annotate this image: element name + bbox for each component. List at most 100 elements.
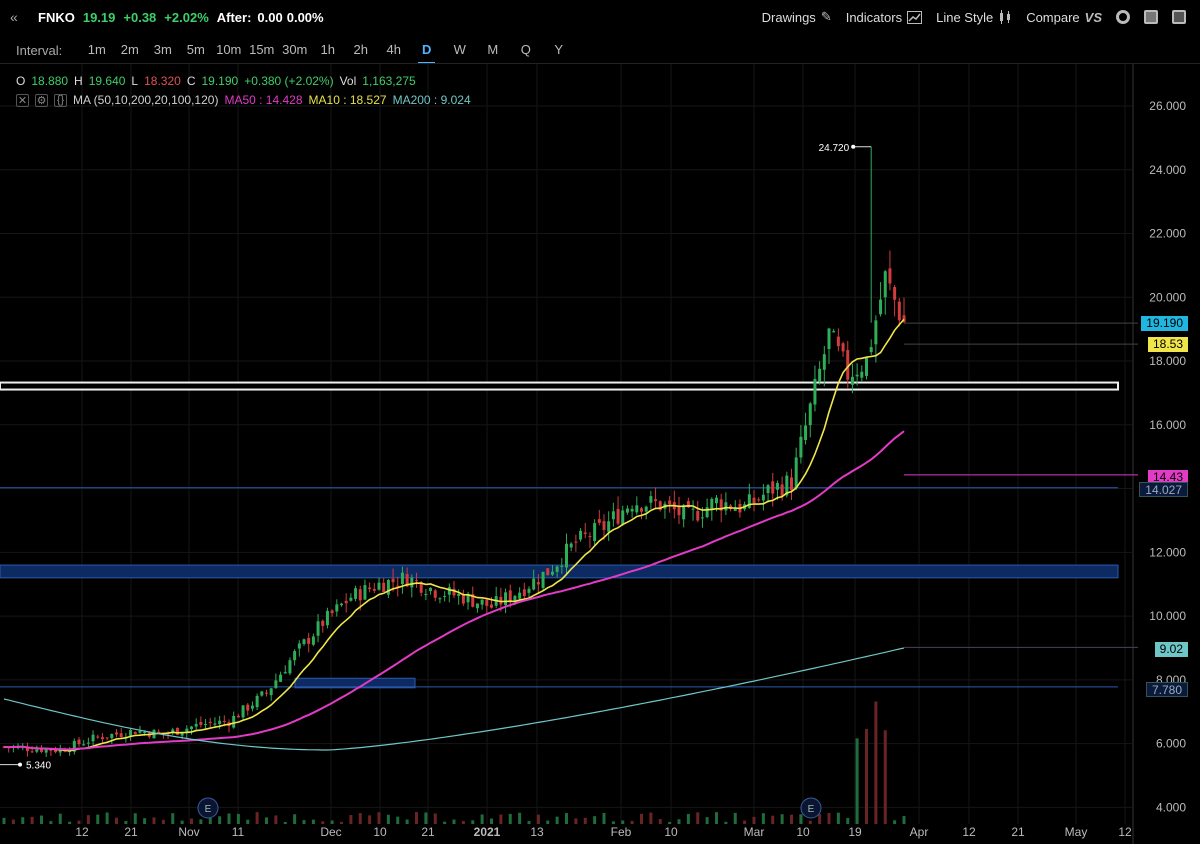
indicators-button[interactable]: Indicators xyxy=(846,10,923,25)
interval-1h[interactable]: 1h xyxy=(311,38,344,62)
x-tick-label: 21 xyxy=(124,825,138,839)
support-zone xyxy=(0,564,1119,579)
candle-body xyxy=(607,521,611,532)
hline-tag-2: 7.780 xyxy=(1145,682,1188,697)
candle-body xyxy=(705,507,709,518)
volume-bar xyxy=(340,821,343,824)
volume-bar xyxy=(265,817,268,824)
compare-button[interactable]: Compare VS xyxy=(1026,10,1102,25)
volume-bar xyxy=(30,816,34,824)
interval-d[interactable]: D xyxy=(410,38,443,64)
candle-body xyxy=(115,732,118,735)
volume-bar xyxy=(471,820,475,824)
interval-y[interactable]: Y xyxy=(542,38,575,62)
volume-bar xyxy=(574,818,578,824)
drawings-button[interactable]: Drawings ✎ xyxy=(762,9,832,25)
multi-layout-icon[interactable] xyxy=(1172,10,1186,24)
volume-bar xyxy=(790,814,793,824)
candle-body xyxy=(799,436,803,458)
candle-body xyxy=(377,582,381,590)
candle-body xyxy=(883,271,887,298)
close-value: 19.190 xyxy=(201,74,239,88)
candle-body xyxy=(293,651,297,661)
candle-body xyxy=(119,733,123,738)
interval-1m[interactable]: 1m xyxy=(80,38,113,62)
interval-2m[interactable]: 2m xyxy=(113,38,146,62)
candle-body xyxy=(865,357,868,376)
interval-4h[interactable]: 4h xyxy=(377,38,410,62)
candle-body xyxy=(752,497,756,504)
single-layout-icon[interactable] xyxy=(1144,10,1158,24)
study-legend: ✕ ⚙ {} MA (50,10,200,20,100,120) MA50 : … xyxy=(16,93,471,107)
candle-body xyxy=(241,705,245,718)
volume-bar xyxy=(480,814,484,824)
volume-bar xyxy=(546,820,550,824)
volume-bar xyxy=(40,815,43,824)
interval-3m[interactable]: 3m xyxy=(146,38,179,62)
x-tick-label: 12 xyxy=(962,825,976,839)
candle-body xyxy=(621,510,625,525)
interval-m[interactable]: M xyxy=(476,38,509,62)
candle-body xyxy=(485,599,489,606)
close-icon[interactable]: ✕ xyxy=(16,93,29,107)
candle-body xyxy=(429,587,433,591)
interval-30m[interactable]: 30m xyxy=(278,38,311,62)
interval-15m[interactable]: 15m xyxy=(245,38,278,62)
candle-body xyxy=(100,737,104,740)
volume-bar xyxy=(424,812,428,824)
after-hours-pct: 0.00% xyxy=(286,9,324,25)
candle-body xyxy=(794,457,798,489)
volume-bar xyxy=(321,821,325,824)
x-tick-label: 12 xyxy=(1118,825,1132,839)
ohlc-readout: O 18.880 H 19.640 L 18.320 C 19.190 +0.380 (… xyxy=(16,74,416,88)
gear-icon[interactable]: ⚙ xyxy=(35,93,48,107)
symbol-label[interactable]: FNKO xyxy=(38,10,75,25)
candle-body xyxy=(808,403,812,426)
candle-body xyxy=(588,535,592,538)
volume-bar xyxy=(96,814,100,824)
line-style-button[interactable]: Line Style xyxy=(936,10,1012,25)
candle-body xyxy=(335,604,339,612)
volume-bar xyxy=(115,817,118,824)
price-chart[interactable]: 26.000 24.000 22.000 20.000 18.000 16.000 14.0… xyxy=(0,64,1200,844)
interval-w[interactable]: W xyxy=(443,38,476,62)
volume-bar xyxy=(461,820,465,824)
volume-bar xyxy=(649,812,653,824)
y-tick-label: 16.000 xyxy=(1149,418,1186,432)
volume-bar xyxy=(902,816,906,824)
settings-icon[interactable] xyxy=(1116,10,1130,24)
x-tick-label: Dec xyxy=(320,825,341,839)
candle-body xyxy=(96,736,100,738)
drawings-label: Drawings xyxy=(761,9,816,25)
ma50-value: MA50 : 14.428 xyxy=(224,93,303,107)
candle-body xyxy=(133,731,137,735)
earnings-label: E xyxy=(205,804,212,815)
volume-label: Vol xyxy=(339,74,357,88)
interval-10m[interactable]: 10m xyxy=(212,38,245,62)
candle-body xyxy=(616,508,620,524)
candle-body xyxy=(222,720,226,722)
study-name[interactable]: MA (50,10,200,20,100,120) xyxy=(73,93,218,107)
volume-bar xyxy=(799,814,803,824)
collapse-icon[interactable]: « xyxy=(10,9,30,25)
candle-body xyxy=(644,506,648,512)
volume-bar xyxy=(255,812,259,824)
candle-body xyxy=(283,672,287,674)
candle-body xyxy=(86,742,90,744)
interval-2h[interactable]: 2h xyxy=(344,38,377,62)
candle-body xyxy=(260,691,264,696)
interval-5m[interactable]: 5m xyxy=(179,38,212,62)
y-tick-label: 26.000 xyxy=(1149,99,1186,113)
candle-body xyxy=(433,590,437,598)
candle-body xyxy=(386,579,390,595)
candle-body xyxy=(480,599,484,605)
volume-bar xyxy=(715,812,718,824)
interval-q[interactable]: Q xyxy=(509,38,542,62)
candle-body xyxy=(82,744,86,746)
interval-label: Interval: xyxy=(16,42,63,58)
volume-bar xyxy=(190,818,193,824)
candle-body xyxy=(536,582,540,585)
change-value: +0.380 (+2.02%) xyxy=(244,74,334,88)
code-braces-icon[interactable]: {} xyxy=(54,93,67,107)
volume-bar xyxy=(433,813,437,824)
